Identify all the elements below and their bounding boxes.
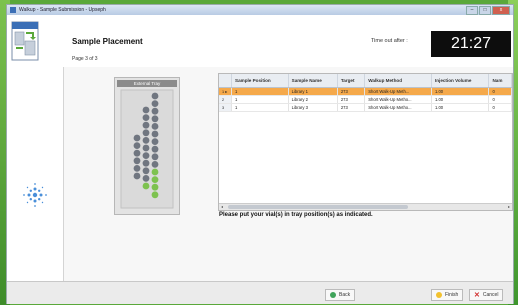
window-title: Walkup - Sample Submission - Upseph xyxy=(19,7,106,13)
column-header-sample-position[interactable]: Sample Position xyxy=(231,74,289,88)
row-number: 3 xyxy=(219,103,232,112)
finish-button[interactable]: Finish xyxy=(431,289,464,301)
tray-title: External Tray xyxy=(117,80,177,87)
column-header-injection-volume[interactable]: Injection Volume xyxy=(431,74,490,88)
tray-vial xyxy=(133,142,141,149)
back-button-label: Back xyxy=(339,292,351,298)
minimize-button[interactable]: – xyxy=(466,6,478,15)
scroll-right-icon[interactable]: ▸ xyxy=(506,204,512,210)
tray-vial xyxy=(133,149,141,157)
agilent-logo-icon xyxy=(23,183,47,207)
application-window: Walkup - Sample Submission - Upseph – □ … xyxy=(6,4,514,304)
cell-sample-name[interactable]: Library 1 xyxy=(288,87,338,96)
tray-vial xyxy=(142,121,150,129)
scroll-left-icon[interactable]: ◂ xyxy=(219,204,225,210)
finish-button-label: Finish xyxy=(445,292,459,298)
cell-target[interactable]: 273 xyxy=(337,95,366,104)
cancel-button[interactable]: ✕ Cancel xyxy=(469,289,504,301)
cancel-button-label: Cancel xyxy=(482,292,499,298)
row-number: 2 xyxy=(219,95,232,104)
finish-icon xyxy=(436,292,442,298)
external-tray: External Tray xyxy=(114,77,180,215)
cell-sample-position[interactable]: 1 xyxy=(231,103,289,112)
cell-injection-volume[interactable]: 1.00 xyxy=(431,103,490,112)
tray-vial xyxy=(142,106,150,114)
tray-vial xyxy=(151,161,159,168)
sample-submission-icon xyxy=(11,21,39,61)
close-button[interactable]: x xyxy=(492,6,510,15)
cell-walkup-method[interactable]: Short Walk-Up Meth... xyxy=(364,87,432,96)
cell-injection-volume[interactable]: 1.00 xyxy=(431,87,490,96)
current-row-marker-icon: ▸ xyxy=(225,90,228,94)
tray-vial xyxy=(133,165,141,172)
cell-walkup-method[interactable]: Short Walk-Up Metho... xyxy=(364,103,432,112)
row-header-column xyxy=(219,74,232,88)
tray-vial-highlighted xyxy=(151,168,159,176)
tray-vial xyxy=(151,138,159,145)
cell-name[interactable]: 0 xyxy=(488,103,512,112)
column-header-name[interactable]: Nam xyxy=(488,74,512,88)
horizontal-scrollbar[interactable]: ◂ ▸ xyxy=(219,203,512,210)
row-number: 1 ▸ xyxy=(219,87,232,96)
tray-diagram xyxy=(120,89,174,209)
tray-vial xyxy=(142,152,150,159)
tray-vial xyxy=(142,114,150,121)
window-controls: – □ x xyxy=(466,6,510,15)
cell-sample-position[interactable]: 1 xyxy=(231,87,289,96)
page-title: Sample Placement xyxy=(72,37,143,46)
cell-walkup-method[interactable]: Short Walk-Up Metho... xyxy=(364,95,432,104)
tray-vial-highlighted xyxy=(151,191,159,199)
tray-vial xyxy=(133,172,141,180)
main-content: External Tray Sample Position Sample Nam… xyxy=(64,67,513,281)
cell-name[interactable]: 0 xyxy=(488,87,512,96)
cell-name[interactable]: 0 xyxy=(488,95,512,104)
cancel-x-icon: ✕ xyxy=(474,292,480,299)
footer-bar: Back Finish ✕ Cancel xyxy=(7,281,513,304)
tray-vial xyxy=(133,157,141,165)
cell-sample-name[interactable]: Library 3 xyxy=(288,103,338,112)
cell-injection-volume[interactable]: 1.00 xyxy=(431,95,490,104)
tray-vial xyxy=(142,137,150,144)
tray-vial xyxy=(151,92,159,100)
page-indicator: Page 3 of 3 xyxy=(72,56,98,62)
tray-vial xyxy=(142,159,150,167)
tray-vial xyxy=(133,134,141,142)
tray-vial xyxy=(151,107,159,115)
tray-vial xyxy=(151,115,159,123)
cell-target[interactable]: 273 xyxy=(337,87,366,96)
placement-instruction: Please put your vial(s) in tray position… xyxy=(219,212,373,218)
left-panel xyxy=(7,67,64,281)
cell-target[interactable]: 273 xyxy=(337,103,366,112)
tray-vial-highlighted xyxy=(142,182,150,190)
tray-vial xyxy=(151,153,159,161)
tray-vial xyxy=(151,100,159,107)
tray-vial xyxy=(142,129,150,137)
column-header-target[interactable]: Target xyxy=(337,74,366,88)
tray-vial xyxy=(151,145,159,153)
tray-vial xyxy=(142,167,150,175)
sample-table: Sample Position Sample Name Target Walku… xyxy=(218,73,513,211)
table-row[interactable]: 1 ▸ 1 Library 1 273 Short Walk-Up Meth..… xyxy=(219,87,512,96)
scrollbar-thumb[interactable] xyxy=(228,205,408,209)
column-header-sample-name[interactable]: Sample Name xyxy=(288,74,338,88)
maximize-button[interactable]: □ xyxy=(479,6,491,15)
cell-sample-name[interactable]: Library 2 xyxy=(288,95,338,104)
tray-vial-highlighted xyxy=(151,183,159,191)
app-icon xyxy=(10,7,16,13)
tray-vial xyxy=(151,130,159,138)
tray-vial-highlighted xyxy=(151,176,159,183)
countdown-timer: 21:27 xyxy=(431,31,511,57)
back-button[interactable]: Back xyxy=(325,289,356,301)
cell-sample-position[interactable]: 1 xyxy=(231,95,289,104)
tray-vial xyxy=(151,123,159,130)
header: Sample Placement Page 3 of 3 Time out af… xyxy=(7,15,513,68)
timeout-label: Time out after : xyxy=(371,38,408,44)
table-row[interactable]: 2 1 Library 2 273 Short Walk-Up Metho...… xyxy=(219,95,512,104)
tray-vial xyxy=(142,175,150,182)
column-header-walkup-method[interactable]: Walkup Method xyxy=(364,74,432,88)
tray-vial xyxy=(142,144,150,152)
table-row[interactable]: 3 1 Library 3 273 Short Walk-Up Metho...… xyxy=(219,103,512,112)
back-arrow-icon xyxy=(330,292,336,298)
title-bar[interactable]: Walkup - Sample Submission - Upseph – □ … xyxy=(7,5,513,15)
